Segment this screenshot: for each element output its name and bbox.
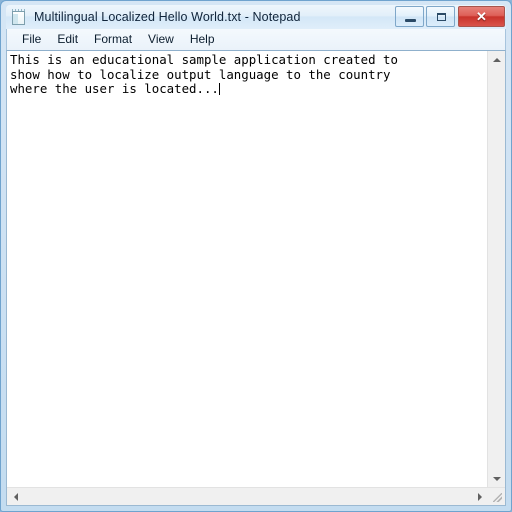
text-line-content: where the user is located... [10, 81, 219, 97]
scroll-right-button[interactable] [471, 488, 488, 505]
resize-grip-icon[interactable] [488, 488, 505, 505]
maximize-button[interactable] [426, 6, 455, 27]
maximize-icon [437, 13, 446, 21]
scroll-up-button[interactable] [488, 51, 505, 68]
menubar: File Edit Format View Help [6, 29, 506, 50]
notepad-icon [11, 8, 28, 26]
close-icon: ✕ [476, 9, 487, 24]
window-controls: ✕ [393, 6, 505, 27]
menu-item-file[interactable]: File [14, 30, 49, 49]
horizontal-scrollbar[interactable] [7, 488, 488, 505]
menu-item-format[interactable]: Format [86, 30, 140, 49]
scroll-down-icon [492, 476, 501, 481]
notepad-window: Multilingual Localized Hello World.txt -… [0, 0, 512, 512]
horizontal-scrollbar-row [7, 487, 505, 505]
scroll-left-button[interactable] [7, 488, 24, 505]
vertical-scroll-track[interactable] [488, 68, 505, 470]
minimize-button[interactable] [395, 6, 424, 27]
menu-item-help[interactable]: Help [182, 30, 223, 49]
scroll-down-button[interactable] [488, 470, 505, 487]
titlebar[interactable]: Multilingual Localized Hello World.txt -… [6, 5, 506, 29]
close-button[interactable]: ✕ [458, 6, 505, 27]
client-area: This is an educational sample applicatio… [6, 50, 506, 506]
horizontal-scroll-track[interactable] [24, 488, 471, 505]
window-title: Multilingual Localized Hello World.txt -… [34, 10, 301, 24]
editor-row: This is an educational sample applicatio… [7, 51, 505, 487]
text-line: This is an educational sample applicatio… [10, 52, 398, 67]
text-caret [218, 83, 220, 96]
text-line: show how to localize output language to … [10, 66, 391, 82]
menu-item-view[interactable]: View [140, 30, 182, 49]
text-line-with-caret: where the user is located... [10, 81, 487, 97]
menu-item-edit[interactable]: Edit [49, 30, 86, 49]
vertical-scrollbar[interactable] [487, 51, 505, 487]
scroll-left-icon [13, 492, 18, 501]
text-editor[interactable]: This is an educational sample applicatio… [7, 51, 487, 487]
minimize-icon [405, 19, 416, 22]
scroll-up-icon [492, 57, 501, 62]
scroll-right-icon [477, 492, 482, 501]
